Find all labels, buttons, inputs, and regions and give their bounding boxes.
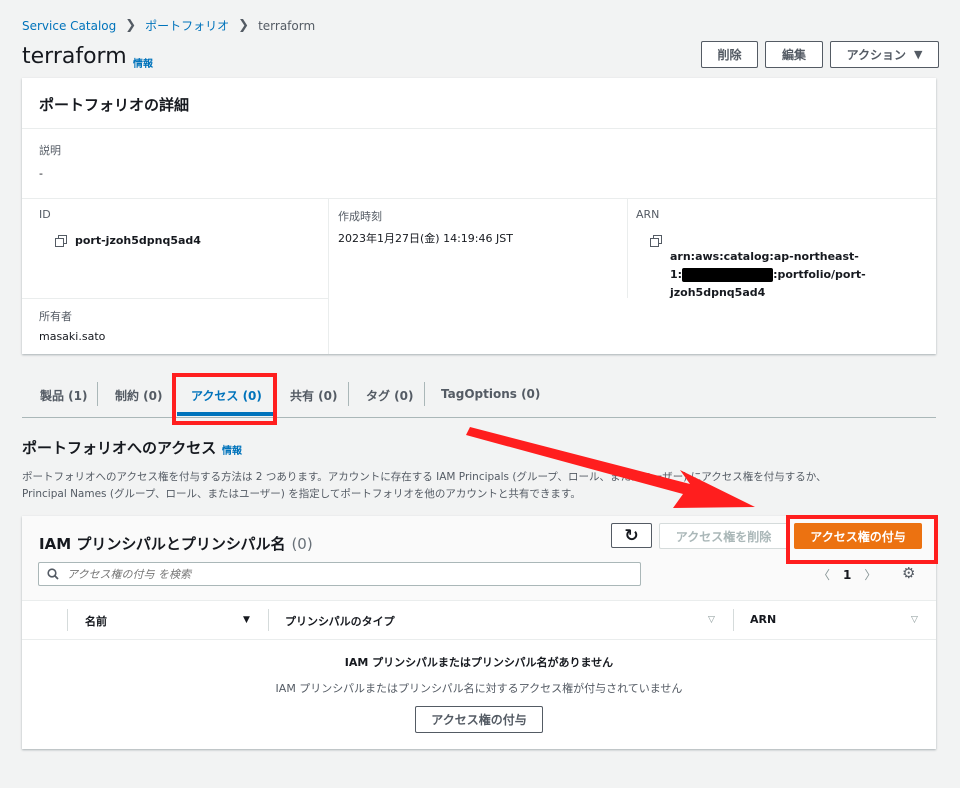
sort-icon[interactable]: ▽ [708,615,715,625]
divider [22,600,936,601]
chevron-right-icon: ❯ [125,18,137,33]
arn-line-3: jzoh5dpnq5ad4 [670,286,766,299]
tab-share[interactable]: 共有 (0) [290,387,338,404]
arn-line-2-prefix: 1: [670,268,683,281]
table-title-row: IAM プリンシパルとプリンシパル名 (0) [39,533,313,554]
highlight-box-grant-button [786,515,938,564]
tab-tagoptions[interactable]: TagOptions (0) [441,387,540,401]
access-description-line-1: ポートフォリオへのアクセス権を付与する方法は 2 つあります。アカウントに存在す… [22,471,827,483]
chevron-right-icon: ❯ [238,18,250,33]
access-description-line-2: Principal Names (グループ、ロール、またはユーザー) を指定して… [22,488,581,500]
access-info-link[interactable]: 情報 [222,442,242,457]
divider [22,639,936,640]
owner-value: masaki.sato [39,330,106,343]
column-divider [328,199,329,354]
access-section-title: ポートフォリオへのアクセス [22,439,217,457]
breadcrumb: Service Catalog ❯ ポートフォリオ ❯ terraform [22,17,315,34]
arn-line-2-suffix: :portfolio/port- [773,268,866,281]
breadcrumb-current: terraform [258,18,316,33]
search-box[interactable] [38,562,641,586]
portfolio-details-card: ポートフォリオの詳細 説明 - ID port-jzoh5dpnq5ad4 作成… [22,78,936,354]
column-separator [733,609,734,631]
pagination-prev-icon[interactable]: 〈 [818,566,830,583]
tab-separator [424,382,425,406]
divider [22,198,936,199]
tab-tags[interactable]: タグ (0) [366,387,414,404]
empty-state-description: IAM プリンシパルまたはプリンシパル名に対するアクセス権が付与されていません [275,682,683,695]
remove-access-button[interactable]: アクセス権を削除 [659,523,788,549]
id-row: port-jzoh5dpnq5ad4 [55,234,201,247]
search-input[interactable] [67,567,587,581]
column-principal-type[interactable]: プリンシパルのタイプ [285,613,395,629]
tabs: 製品 (1) 制約 (0) アクセス (0) 共有 (0) タグ (0) Tag… [22,375,936,418]
id-value: port-jzoh5dpnq5ad4 [75,234,201,247]
access-description: ポートフォリオへのアクセス権を付与する方法は 2 つあります。アカウントに存在す… [22,469,922,503]
tab-constraints[interactable]: 制約 (0) [115,387,163,404]
page-title: terraform [22,44,127,69]
description-label: 説明 [39,144,61,157]
copy-icon[interactable] [55,235,67,247]
pagination: 〈 1 〉 [818,566,876,583]
edit-button[interactable]: 編集 [765,41,823,68]
pagination-next-icon[interactable]: 〉 [864,566,876,583]
refresh-icon: ↻ [624,525,639,546]
column-name[interactable]: 名前 [85,613,107,629]
tab-products[interactable]: 製品 (1) [40,387,88,404]
empty-grant-access-button[interactable]: アクセス権の付与 [415,706,543,733]
id-label: ID [39,208,51,221]
refresh-button[interactable]: ↻ [611,523,652,548]
created-label: 作成時刻 [338,210,382,223]
table-count: (0) [291,535,313,553]
column-separator [67,609,68,631]
arn-line-2: 1: :portfolio/port- [670,266,866,284]
table-title: IAM プリンシパルとプリンシパル名 [39,535,286,553]
details-header: ポートフォリオの詳細 [39,96,190,114]
delete-button[interactable]: 削除 [701,41,758,68]
description-value: - [39,167,43,180]
arn-line-1: arn:aws:catalog:ap-northeast- [670,250,859,263]
copy-icon[interactable] [650,235,662,247]
created-value: 2023年1月27日(金) 14:19:46 JST [338,232,513,245]
column-arn[interactable]: ARN [750,613,776,626]
tab-separator [348,382,349,406]
divider [22,128,936,129]
owner-label: 所有者 [39,310,72,323]
empty-state-title: IAM プリンシパルまたはプリンシパル名がありません [344,656,614,669]
redacted-account-id [682,268,774,282]
sort-desc-icon[interactable]: ▼ [243,615,250,625]
breadcrumb-service-catalog[interactable]: Service Catalog [22,19,116,33]
pagination-page[interactable]: 1 [843,568,851,582]
arn-row: arn:aws:catalog:ap-northeast- 1: :portfo… [650,234,866,302]
actions-label: アクション [846,48,906,62]
column-divider [627,199,628,298]
arn-value: arn:aws:catalog:ap-northeast- 1: :portfo… [670,248,866,302]
settings-icon[interactable]: ⚙ [902,564,915,582]
caret-down-icon: ▼ [913,48,923,61]
actions-dropdown[interactable]: アクション ▼ [830,41,939,68]
search-icon [47,568,59,580]
divider [22,298,328,299]
breadcrumb-portfolio[interactable]: ポートフォリオ [145,17,229,34]
arn-label: ARN [636,208,660,221]
title-info-link[interactable]: 情報 [133,55,153,70]
column-separator [268,609,269,631]
highlight-box-access-tab [172,373,277,425]
sort-icon[interactable]: ▽ [911,615,918,625]
tab-separator [97,382,98,406]
